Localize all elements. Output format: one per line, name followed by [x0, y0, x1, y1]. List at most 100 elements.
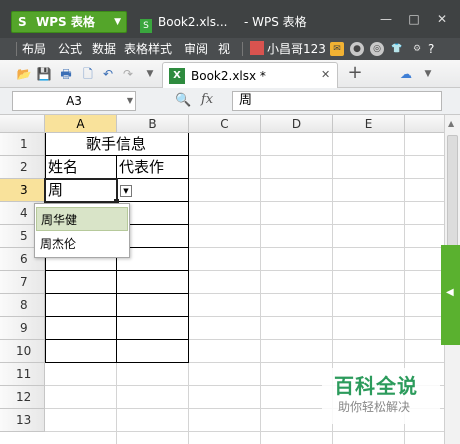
- active-cell[interactable]: [44, 178, 118, 203]
- close-button[interactable]: ✕: [432, 10, 452, 28]
- grid-line: [260, 133, 261, 444]
- side-panel-toggle[interactable]: ◀: [441, 245, 460, 345]
- validation-dropdown-arrow-icon[interactable]: ▼: [120, 185, 132, 197]
- file-tab[interactable]: X Book2.xlsx * ✕: [162, 62, 338, 88]
- header-cell-name[interactable]: 姓名: [48, 156, 78, 178]
- row-header[interactable]: 2: [0, 156, 45, 179]
- grid-line: [188, 247, 444, 248]
- user-account[interactable]: 小昌哥123: [250, 40, 326, 58]
- tab-table-style[interactable]: 表格样式: [124, 41, 172, 57]
- formula-bar: A3 ▼ 🔍 fx 周: [0, 88, 460, 115]
- column-header-b[interactable]: B: [117, 115, 189, 133]
- settings-icon[interactable]: ⚙: [410, 42, 424, 56]
- title-cell[interactable]: 歌手信息: [86, 133, 146, 155]
- table-border: [45, 362, 189, 363]
- mail-icon[interactable]: ✉: [330, 42, 344, 56]
- watermark: 百科全说 助你轻松解决: [322, 368, 440, 424]
- spreadsheet-icon: S: [140, 19, 152, 33]
- app-menu-label: WPS 表格: [36, 15, 95, 29]
- print-icon[interactable]: 🖶: [58, 66, 74, 82]
- grid-line: [188, 316, 444, 317]
- list-item[interactable]: 周杰伦: [36, 232, 128, 256]
- watermark-title: 百科全说: [334, 374, 418, 398]
- table-border: [45, 270, 189, 271]
- name-box-value: A3: [66, 94, 82, 108]
- row-header[interactable]: 9: [0, 317, 45, 340]
- row-header[interactable]: 7: [0, 271, 45, 294]
- row-header[interactable]: 10: [0, 340, 45, 363]
- user-avatar-icon: [250, 41, 264, 55]
- column-header-f[interactable]: [405, 115, 444, 133]
- grid-line: [188, 362, 444, 363]
- cloud-icon[interactable]: ☁: [398, 66, 414, 82]
- ribbon-tabs: 布局 公式 数据 表格样式 审阅 视 小昌哥123 ✉ ● ◎ 👕 ⚙ ?: [0, 38, 460, 60]
- maximize-button[interactable]: □: [404, 10, 424, 28]
- skin-icon[interactable]: 👕: [390, 42, 404, 56]
- column-header-c[interactable]: C: [189, 115, 261, 133]
- grid-line: [116, 363, 117, 444]
- column-header-d[interactable]: D: [261, 115, 333, 133]
- minimize-button[interactable]: —: [376, 10, 396, 28]
- chevron-down-icon[interactable]: ▼: [420, 66, 436, 82]
- share-icon[interactable]: ◎: [370, 42, 384, 56]
- table-border: [45, 293, 189, 294]
- help-button[interactable]: ?: [428, 41, 434, 57]
- table-border: [188, 133, 189, 363]
- user-name: 小昌哥123: [267, 42, 326, 56]
- undo-icon[interactable]: ↶: [100, 66, 116, 82]
- row-header[interactable]: 3: [0, 179, 45, 202]
- close-tab-icon[interactable]: ✕: [321, 68, 330, 81]
- divider: [16, 42, 17, 56]
- redo-icon[interactable]: ↷: [120, 66, 136, 82]
- file-tab-label: Book2.xlsx *: [191, 69, 266, 83]
- formula-input[interactable]: 周: [232, 91, 442, 111]
- tab-layout[interactable]: 布局: [22, 41, 46, 57]
- tab-formulas[interactable]: 公式: [58, 41, 82, 57]
- save-icon[interactable]: 💾: [36, 66, 52, 82]
- new-tab-button[interactable]: +: [346, 64, 364, 82]
- header-cell-work[interactable]: 代表作: [119, 156, 164, 178]
- list-item[interactable]: 周华健: [36, 207, 128, 231]
- watermark-subtitle: 助你轻松解决: [338, 400, 411, 414]
- grid-line: [188, 270, 444, 271]
- chevron-down-icon: ▼: [126, 96, 133, 105]
- document-tab-label: Book2.xls...: [158, 15, 228, 29]
- chevron-left-icon: ◀: [446, 287, 454, 298]
- row-header[interactable]: 8: [0, 294, 45, 317]
- select-all-corner[interactable]: [0, 115, 45, 133]
- zoom-search-icon[interactable]: 🔍: [175, 93, 191, 108]
- app-menu-button[interactable]: S WPS 表格 ▼: [11, 11, 127, 33]
- column-header-e[interactable]: E: [333, 115, 405, 133]
- excel-file-icon: X: [169, 68, 185, 84]
- tab-view[interactable]: 视: [218, 41, 230, 57]
- grid-line: [188, 178, 444, 179]
- open-folder-icon[interactable]: 📂: [16, 66, 32, 82]
- insert-function-button[interactable]: fx: [201, 92, 213, 107]
- chevron-down-icon: ▼: [114, 17, 121, 27]
- scroll-thumb[interactable]: [447, 135, 458, 255]
- row-header[interactable]: 12: [0, 386, 45, 409]
- quick-access-toolbar: 📂 💾 🖶 🗋 ↶ ↷ ▼ X Book2.xlsx * ✕ + ☁ ▼: [0, 60, 460, 88]
- tab-review[interactable]: 审阅: [184, 41, 208, 57]
- row-header[interactable]: 13: [0, 409, 45, 432]
- scroll-up-icon[interactable]: ▲: [448, 119, 454, 128]
- name-box[interactable]: A3 ▼: [12, 91, 136, 111]
- title-bar: S WPS 表格 ▼ S Book2.xls... - WPS 表格 — □ ✕: [0, 0, 460, 38]
- row-header[interactable]: 1: [0, 133, 45, 156]
- grid-line: [188, 224, 444, 225]
- table-border: [45, 339, 189, 340]
- grid-line: [45, 431, 444, 432]
- validation-dropdown-list: 周华健 周杰伦: [34, 203, 130, 258]
- grid-line: [188, 363, 189, 444]
- grid-line: [188, 339, 444, 340]
- window-title: - WPS 表格: [244, 15, 307, 29]
- customize-chevron-icon[interactable]: ▼: [142, 66, 158, 82]
- row-header[interactable]: 11: [0, 363, 45, 386]
- tab-data[interactable]: 数据: [92, 41, 116, 57]
- user-icon[interactable]: ●: [350, 42, 364, 56]
- column-header-a[interactable]: A: [45, 115, 117, 133]
- grid-line: [188, 293, 444, 294]
- wps-logo-icon: S: [18, 15, 27, 29]
- print-preview-icon[interactable]: 🗋: [80, 66, 96, 82]
- divider: [242, 42, 243, 56]
